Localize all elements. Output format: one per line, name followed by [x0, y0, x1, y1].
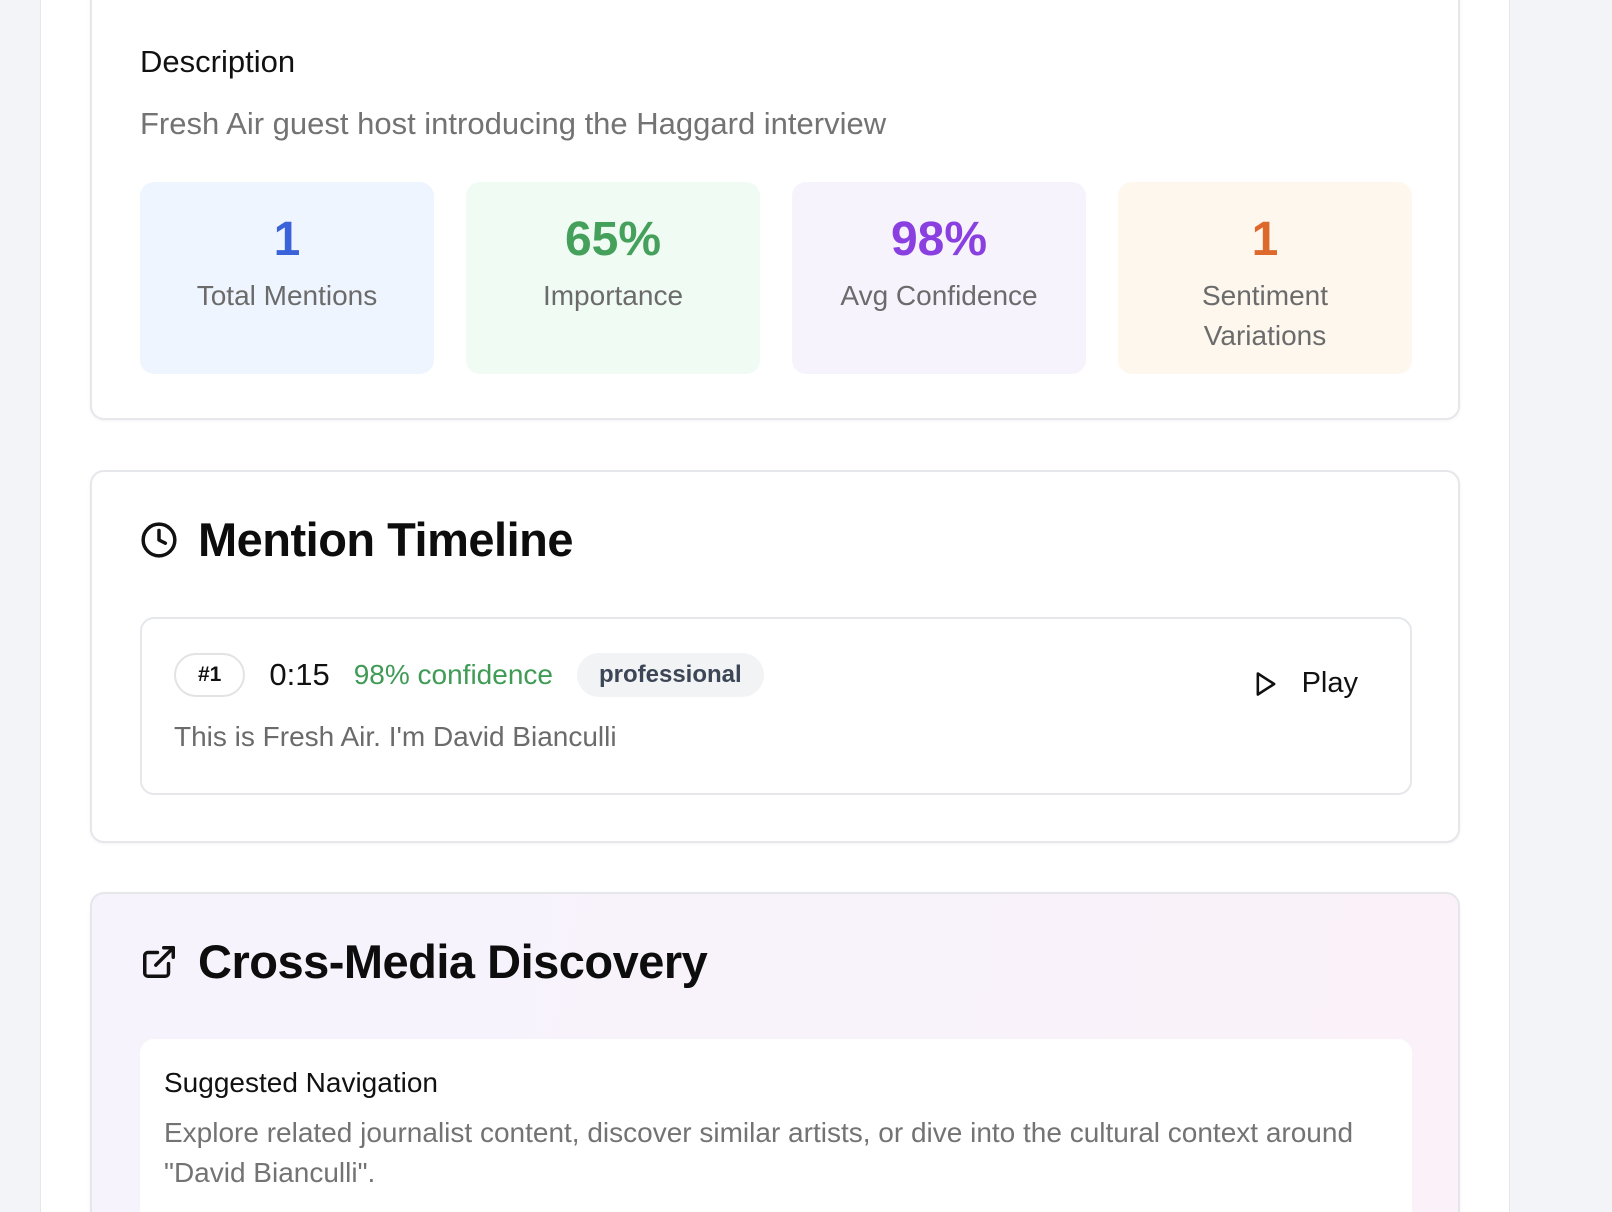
- stat-value: 98%: [890, 213, 988, 266]
- external-link-icon: [143, 945, 175, 978]
- cross-media-discovery-heading: Cross-Media Discovery: [140, 934, 708, 989]
- mention-timestamp: 0:15: [269, 657, 330, 692]
- section-title: Cross-Media Discovery: [198, 935, 708, 988]
- mention-timeline-card: Mention Timeline #1 0:15 98% confidence …: [90, 470, 1460, 843]
- stat-value: 1: [1251, 213, 1279, 266]
- section-title: Mention Timeline: [198, 513, 574, 566]
- mention-timeline-heading: Mention Timeline: [140, 512, 574, 567]
- stat-sentiment-variations: 1 Sentiment Variations: [1118, 182, 1412, 374]
- mention-confidence: 98% confidence: [353, 659, 553, 690]
- stat-avg-confidence: 98% Avg Confidence: [792, 182, 1086, 374]
- play-button[interactable]: Play: [1252, 667, 1358, 700]
- mention-item: #1 0:15 98% confidence professional This…: [140, 617, 1412, 795]
- play-icon: [1256, 671, 1276, 696]
- stat-label: Avg Confidence: [840, 280, 1038, 311]
- suggested-navigation-text: Explore related journalist content, disc…: [164, 1117, 1354, 1188]
- sentiment-badge: professional: [576, 653, 764, 697]
- entity-overview-card: Description Fresh Air guest host introdu…: [90, 0, 1460, 420]
- stat-importance: 65% Importance: [466, 182, 760, 374]
- stat-value: 65%: [564, 213, 662, 266]
- stat-label: Importance: [542, 280, 684, 311]
- description-heading: Description: [140, 44, 296, 79]
- play-label: Play: [1301, 667, 1358, 699]
- stat-total-mentions: 1 Total Mentions: [140, 182, 434, 374]
- cross-media-discovery-card: Cross-Media Discovery Suggested Navigati…: [90, 892, 1460, 1212]
- stat-label: Sentiment Variations: [1201, 280, 1329, 351]
- stat-value: 1: [273, 213, 301, 266]
- description-text: Fresh Air guest host introducing the Hag…: [140, 106, 887, 141]
- mention-meta: #1 0:15 98% confidence professional: [174, 653, 764, 697]
- suggested-navigation-title: Suggested Navigation: [164, 1067, 438, 1098]
- suggested-navigation-box: Suggested Navigation Explore related jou…: [140, 1039, 1412, 1212]
- stat-label: Total Mentions: [196, 280, 378, 311]
- mention-quote: This is Fresh Air. I'm David Bianculli: [174, 721, 617, 752]
- clock-icon: [141, 521, 177, 558]
- mention-number-badge: #1: [174, 653, 246, 697]
